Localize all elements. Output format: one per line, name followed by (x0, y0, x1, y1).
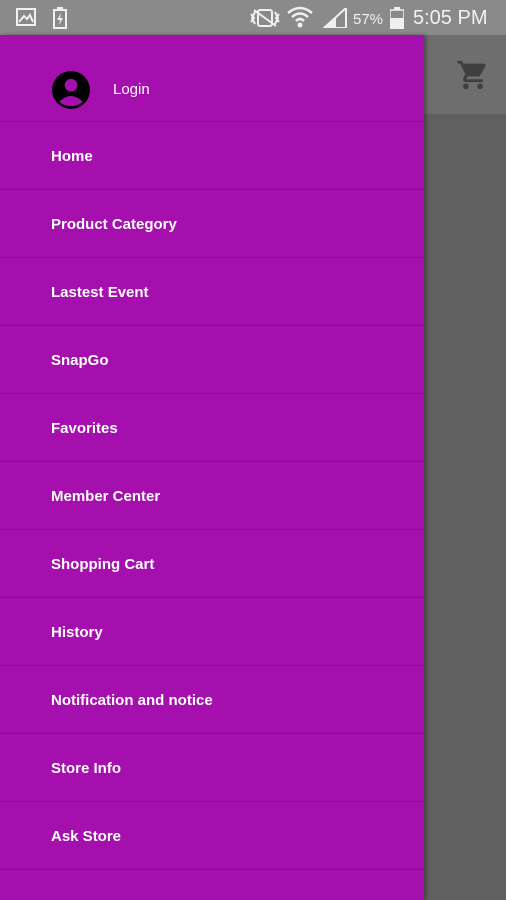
menu-item-label: Favorites (51, 420, 118, 437)
menu-item-store-info[interactable]: Store Info (0, 734, 424, 802)
navigation-drawer: Login Home Product Category Lastest Even… (0, 35, 424, 900)
menu-item-member-center[interactable]: Member Center (0, 462, 424, 530)
battery-icon (390, 7, 404, 29)
clock: 5:05 PM (413, 7, 488, 29)
vibrate-mute-icon (250, 9, 280, 27)
battery-percentage: 57% (353, 11, 384, 28)
battery-saver-icon (53, 7, 67, 29)
account-circle-icon (52, 71, 90, 109)
menu-item-snapgo[interactable]: SnapGo (0, 326, 424, 394)
login-label: Login (113, 81, 150, 98)
gallery-icon (16, 8, 36, 26)
menu-item-history[interactable]: History (0, 598, 424, 666)
menu-item-label: Home (51, 148, 93, 165)
drawer-menu: Home Product Category Lastest Event Snap… (0, 122, 424, 870)
menu-item-label: History (51, 624, 103, 641)
menu-item-label: Notification and notice (51, 692, 213, 709)
menu-item-label: Lastest Event (51, 284, 149, 301)
menu-item-favorites[interactable]: Favorites (0, 394, 424, 462)
menu-item-notification[interactable]: Notification and notice (0, 666, 424, 734)
signal-icon (322, 8, 347, 28)
menu-item-home[interactable]: Home (0, 122, 424, 190)
menu-item-shopping-cart[interactable]: Shopping Cart (0, 530, 424, 598)
menu-item-lastest-event[interactable]: Lastest Event (0, 258, 424, 326)
login-row[interactable]: Login (0, 35, 424, 122)
menu-item-label: Store Info (51, 760, 121, 777)
shopping-cart-icon[interactable] (456, 58, 490, 92)
menu-item-label: Member Center (51, 488, 161, 505)
content-scrim[interactable] (424, 114, 506, 900)
menu-item-label: SnapGo (51, 352, 109, 369)
menu-item-product-category[interactable]: Product Category (0, 190, 424, 258)
menu-item-label: Product Category (51, 216, 177, 233)
menu-item-ask-store[interactable]: Ask Store (0, 802, 424, 870)
status-bar: 57% 5:05 PM (0, 0, 506, 35)
wifi-icon (287, 6, 313, 28)
menu-item-label: Shopping Cart (51, 556, 155, 573)
menu-item-label: Ask Store (51, 828, 122, 845)
